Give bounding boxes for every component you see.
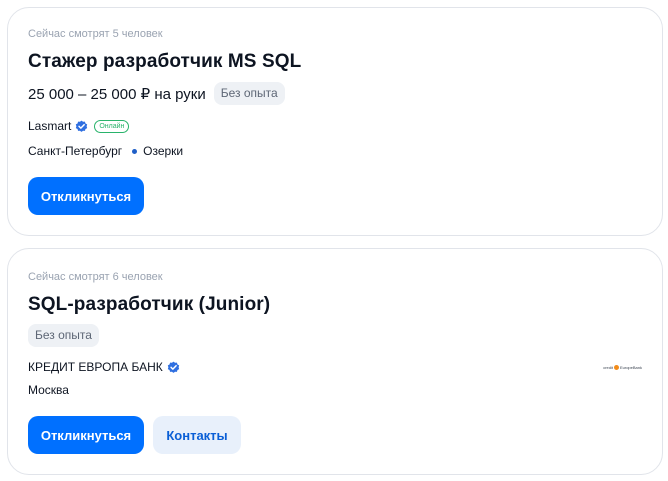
vacancy-card[interactable]: Сейчас смотрят 5 человек Стажер разработ… <box>7 7 663 236</box>
company-row: Lasmart Онлайн <box>28 119 130 133</box>
city: Санкт-Петербург <box>28 144 123 158</box>
logo-text-left: credit <box>603 365 613 370</box>
metro-line-icon <box>132 148 138 154</box>
vacancy-card[interactable]: Сейчас смотрят 6 человек SQL-разработчик… <box>7 248 663 475</box>
logo-mark-icon <box>613 365 619 370</box>
city: Москва <box>28 383 69 397</box>
company-logo[interactable]: credit EuropeBank <box>603 365 642 370</box>
location-row: Санкт-Петербург Озерки <box>28 144 183 158</box>
metro-station: Озерки <box>143 144 184 158</box>
verified-icon <box>76 120 88 132</box>
logo-text-right: EuropeBank <box>619 365 642 370</box>
experience-row: Без опыта <box>28 324 99 347</box>
experience-badge: Без опыта <box>28 324 99 347</box>
company-name[interactable]: КРЕДИТ ЕВРОПА БАНК <box>28 360 163 374</box>
company-name[interactable]: Lasmart <box>28 119 71 133</box>
respond-button[interactable]: Откликнуться <box>28 177 144 215</box>
location-row: Москва <box>28 383 69 397</box>
respond-button[interactable]: Откликнуться <box>28 416 144 454</box>
viewers-count: Сейчас смотрят 5 человек <box>28 28 163 40</box>
verified-icon <box>167 361 179 373</box>
company-row: КРЕДИТ ЕВРОПА БАНК <box>28 360 180 374</box>
vacancy-title[interactable]: SQL-разработчик (Junior) <box>28 294 270 316</box>
online-badge: Онлайн <box>94 119 130 133</box>
vacancy-title[interactable]: Стажер разработчик MS SQL <box>28 51 301 73</box>
salary-row: 25 000 – 25 000 ₽ на руки Без опыта <box>28 82 285 105</box>
viewers-count: Сейчас смотрят 6 человек <box>28 271 163 283</box>
experience-badge: Без опыта <box>213 82 285 105</box>
contacts-button[interactable]: Контакты <box>153 416 241 454</box>
salary: 25 000 – 25 000 ₽ на руки <box>28 85 206 103</box>
